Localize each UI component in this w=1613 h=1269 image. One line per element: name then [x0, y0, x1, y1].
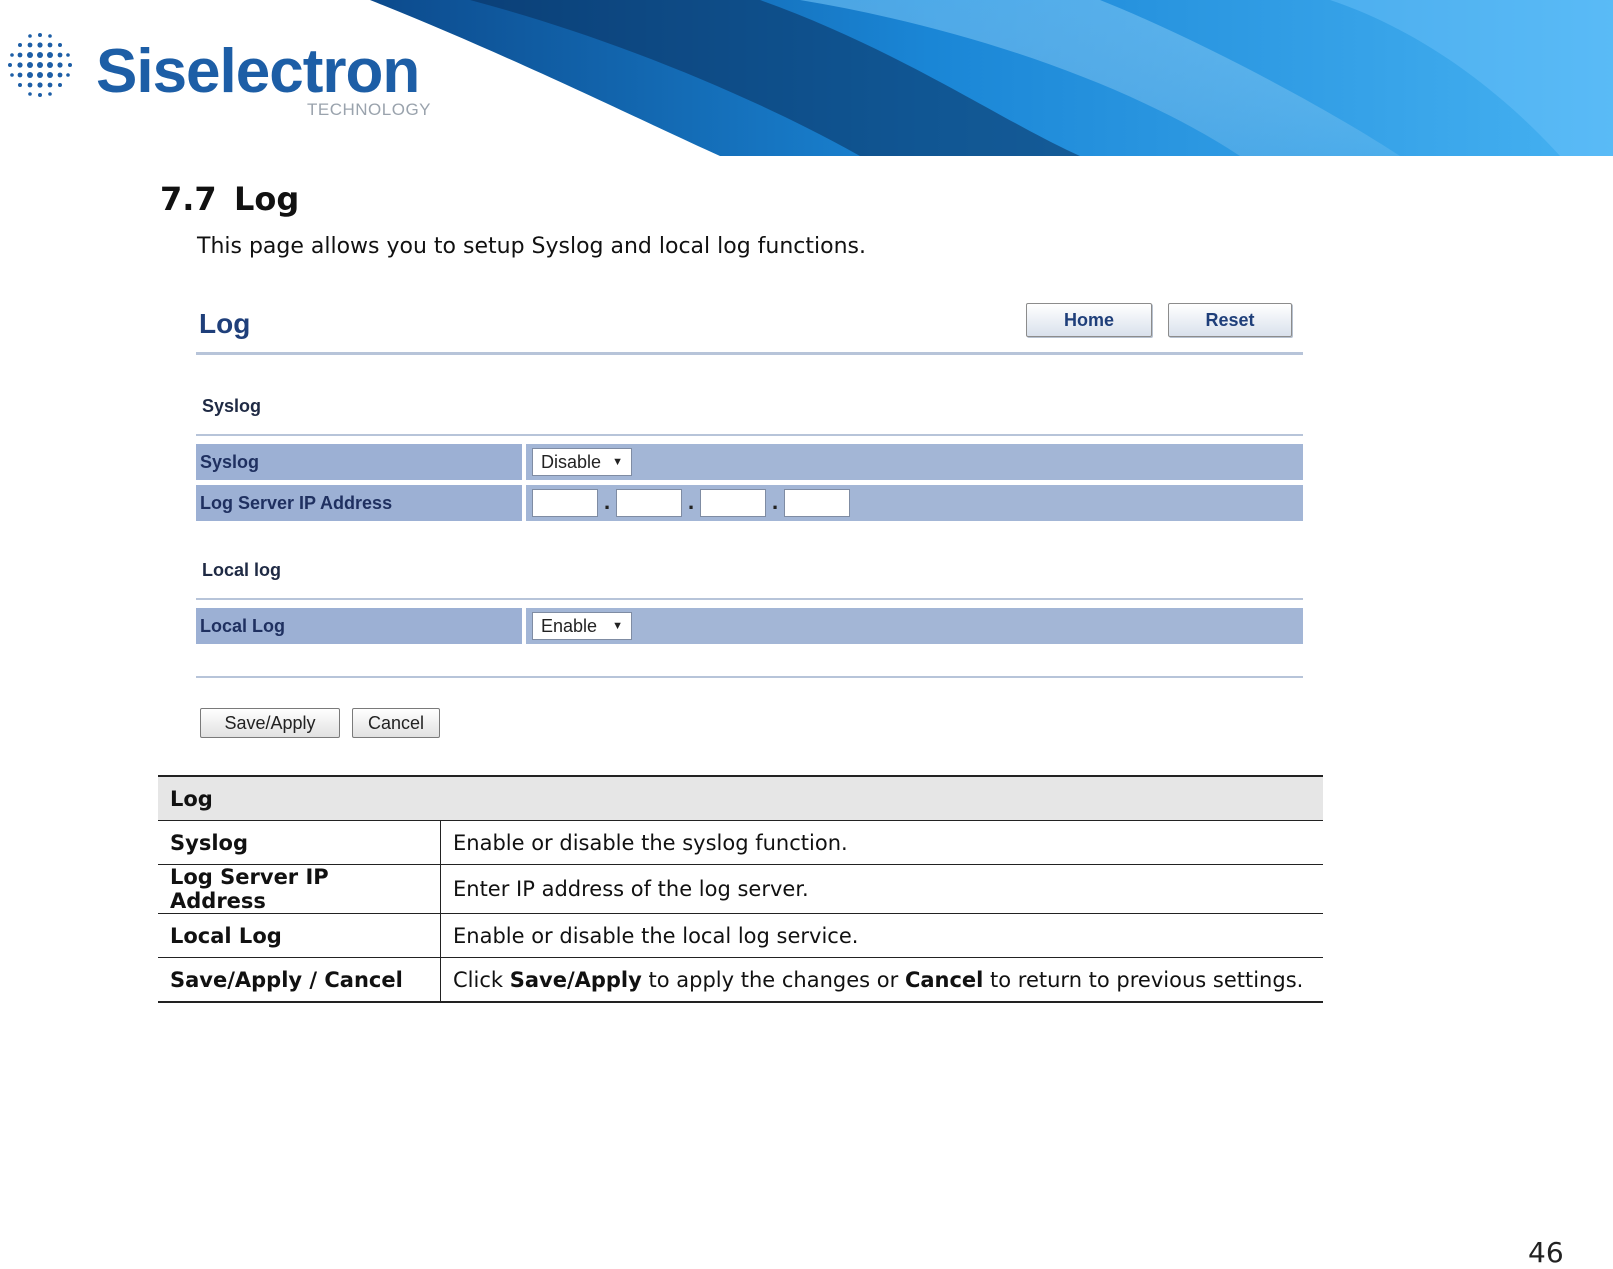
cancel-button[interactable]: Cancel [352, 708, 440, 738]
header-banner: Siselectron TECHNOLOGY [0, 0, 1613, 156]
ip-octet-1-input[interactable] [532, 489, 598, 517]
chevron-down-icon: ▼ [612, 620, 623, 632]
desc-text: to apply the changes or [641, 967, 905, 992]
row-desc: Click Save/Apply to apply the changes or… [440, 957, 1323, 1003]
syslog-select[interactable]: Disable ▼ [532, 448, 632, 476]
table-row: Save/Apply / Cancel Click Save/Apply to … [158, 957, 1323, 1003]
reset-button[interactable]: Reset [1168, 303, 1292, 337]
log-server-ip-label: Log Server IP Address [196, 485, 526, 521]
brand-name: Siselectron [96, 37, 420, 106]
local-log-heading: Local log [202, 560, 282, 580]
section-title: 7.7 Log [160, 180, 299, 218]
local-log-select-value: Enable [541, 615, 598, 636]
local-log-select[interactable]: Enable ▼ [532, 612, 632, 640]
row-key: Local Log [158, 913, 441, 958]
table-row: Local Log Enable or disable the local lo… [158, 913, 1323, 958]
table-header-row: Log [158, 775, 1323, 821]
ip-separator: . [603, 492, 611, 514]
ip-separator: . [687, 492, 695, 514]
chevron-down-icon: ▼ [612, 456, 623, 468]
ip-separator: . [771, 492, 779, 514]
log-description-table: Log Syslog Enable or disable the syslog … [158, 775, 1323, 1003]
desc-text: Click [453, 967, 510, 992]
local-log-divider [196, 598, 1303, 600]
syslog-heading: Syslog [202, 396, 262, 416]
row-desc: Enable or disable the syslog function. [440, 820, 1323, 865]
row-key: Log Server IP Address [158, 864, 441, 914]
syslog-row: Syslog Disable ▼ [196, 444, 1303, 480]
row-desc: Enable or disable the local log service. [440, 913, 1323, 958]
row-key: Save/Apply / Cancel [158, 957, 441, 1003]
ip-octet-4-input[interactable] [784, 489, 850, 517]
table-header: Log [158, 775, 1323, 821]
page-number: 46 [1528, 1236, 1564, 1269]
local-log-label: Local Log [196, 608, 526, 644]
desc-bold-save: Save/Apply [509, 967, 642, 992]
section-number: 7.7 [160, 180, 217, 218]
ip-octet-2-input[interactable] [616, 489, 682, 517]
ip-octet-3-input[interactable] [700, 489, 766, 517]
brand-subtitle: TECHNOLOGY [307, 100, 432, 119]
syslog-label: Syslog [196, 444, 526, 480]
row-key: Syslog [158, 820, 441, 865]
log-settings-screenshot: Log Home Reset Syslog Syslog Disable ▼ L… [196, 296, 1306, 746]
log-server-ip-row: Log Server IP Address . . . [196, 485, 1303, 521]
row-desc: Enter IP address of the log server. [440, 864, 1323, 914]
desc-text: to return to previous settings. [983, 967, 1304, 992]
table-row: Log Server IP Address Enter IP address o… [158, 864, 1323, 914]
section-title-text: Log [234, 180, 300, 218]
save-apply-button[interactable]: Save/Apply [200, 708, 340, 738]
local-log-row: Local Log Enable ▼ [196, 608, 1303, 644]
syslog-divider [196, 434, 1303, 436]
bottom-divider [196, 676, 1303, 678]
syslog-select-value: Disable [541, 451, 602, 472]
desc-bold-cancel: Cancel [904, 967, 984, 992]
ui-page-title: Log [199, 308, 251, 339]
title-divider [196, 352, 1303, 355]
logo-globe-icon [8, 33, 72, 97]
table-row: Syslog Enable or disable the syslog func… [158, 820, 1323, 865]
section-intro: This page allows you to setup Syslog and… [197, 234, 866, 259]
home-button[interactable]: Home [1026, 303, 1152, 337]
